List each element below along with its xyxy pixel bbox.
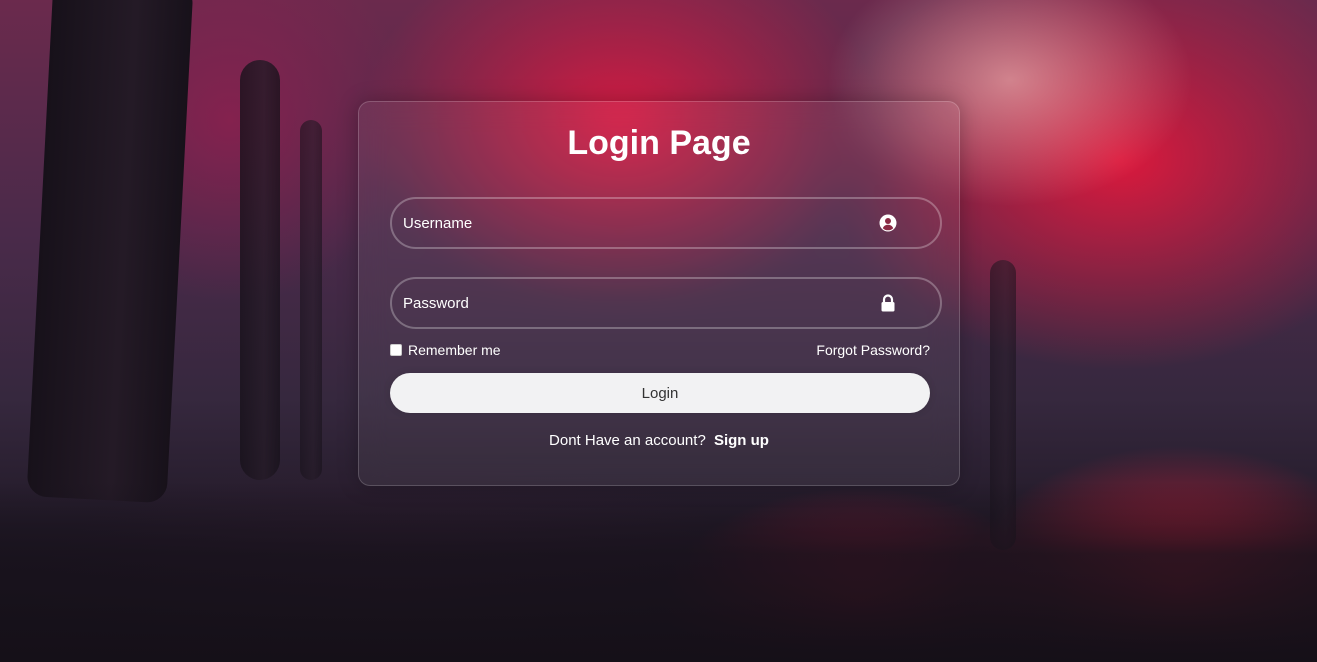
username-field: [390, 197, 942, 249]
password-input[interactable]: [392, 279, 940, 327]
forest-ground: [0, 482, 1317, 662]
forgot-password-link[interactable]: Forgot Password?: [816, 342, 930, 358]
remember-checkbox[interactable]: [390, 344, 402, 356]
background-tree: [26, 0, 194, 504]
remember-me[interactable]: Remember me: [390, 342, 501, 358]
login-button[interactable]: Login: [390, 373, 930, 413]
user-circle-icon: [879, 214, 897, 232]
login-card: Login Page Reme: [358, 101, 960, 486]
login-page: Login Page Reme: [0, 0, 1317, 662]
password-field: [390, 277, 942, 329]
options-row: Remember me Forgot Password?: [390, 340, 930, 360]
page-title: Login Page: [567, 124, 751, 162]
no-account-text: Dont Have an account?: [549, 432, 706, 449]
register-prompt: Dont Have an account? Sign up: [359, 432, 959, 449]
signup-link[interactable]: Sign up: [714, 432, 769, 449]
lock-icon: [879, 294, 897, 312]
username-input[interactable]: [392, 199, 940, 247]
background-tree: [300, 120, 322, 480]
background-tree: [240, 60, 280, 480]
remember-label: Remember me: [408, 342, 501, 358]
